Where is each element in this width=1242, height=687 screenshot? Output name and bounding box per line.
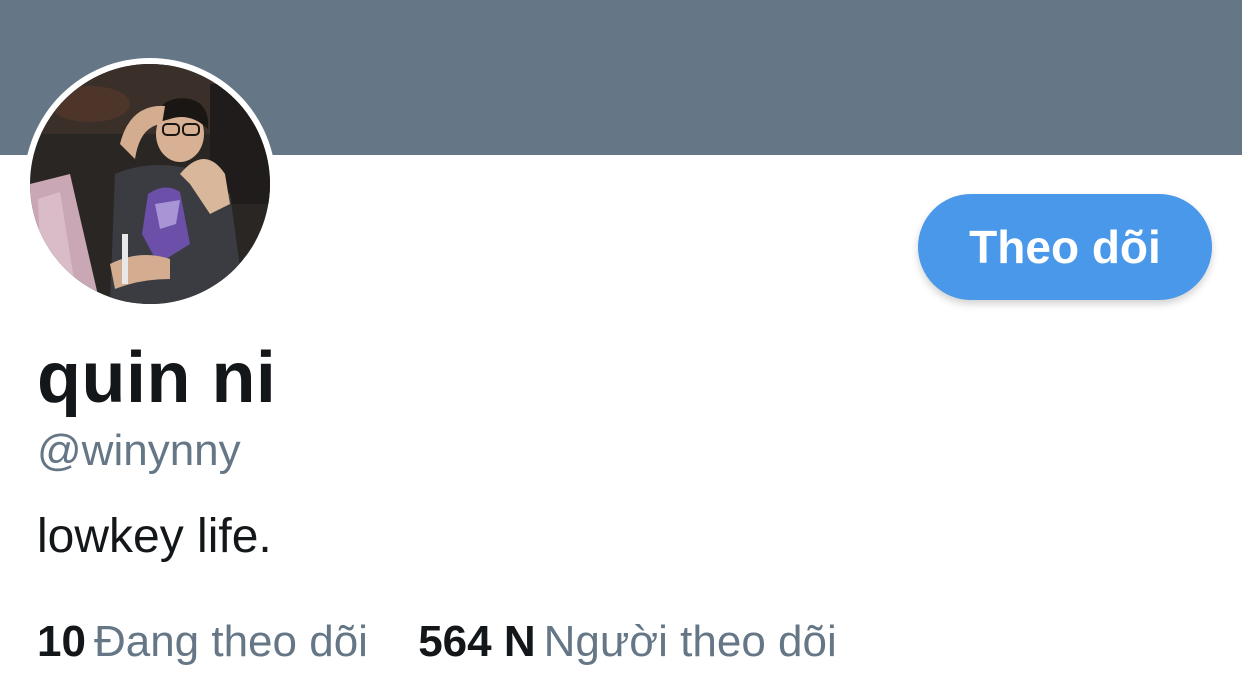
- profile-handle: @winynny: [37, 426, 241, 475]
- followers-count: 564 N: [418, 617, 536, 666]
- avatar-photo: [30, 64, 270, 304]
- following-label: Đang theo dõi: [93, 617, 368, 666]
- followers-label: Người theo dõi: [543, 617, 837, 666]
- follow-button[interactable]: Theo dõi: [918, 194, 1212, 300]
- following-stat[interactable]: 10 Đang theo dõi: [37, 614, 368, 670]
- profile-page: Theo dõi quin ni @winynny lowkey life. 1…: [0, 0, 1242, 687]
- profile-stats: 10 Đang theo dõi 564 N Người theo dõi: [37, 614, 875, 670]
- following-count: 10: [37, 617, 86, 666]
- profile-display-name: quin ni: [37, 338, 277, 418]
- profile-bio: lowkey life.: [37, 510, 272, 563]
- followers-stat[interactable]: 564 N Người theo dõi: [418, 614, 837, 670]
- avatar[interactable]: [24, 58, 276, 310]
